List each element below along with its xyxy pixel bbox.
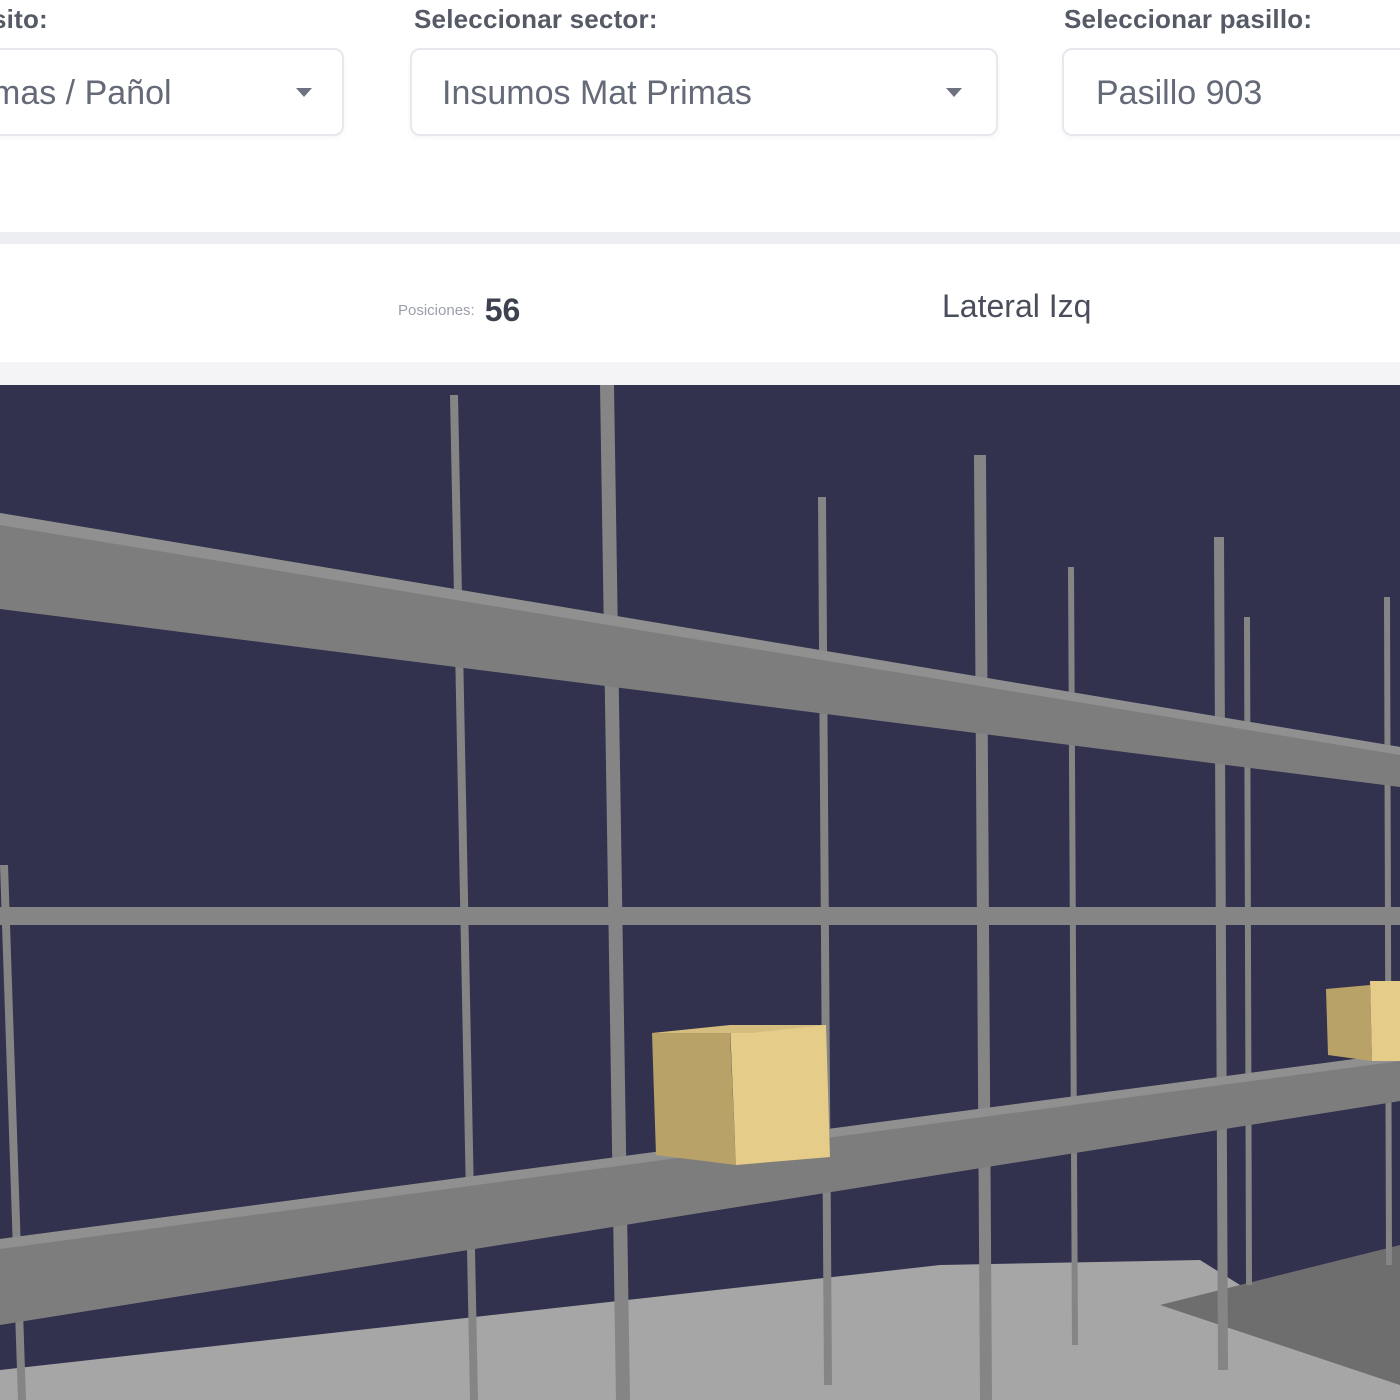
section-divider xyxy=(0,362,1400,384)
warehouse-viewer-page: sito: mas / Pañol Seleccionar sector: In… xyxy=(0,0,1400,1400)
positions-label: Posiciones: xyxy=(398,302,475,319)
rack-upright xyxy=(818,497,832,1385)
rack-3d-scene xyxy=(0,385,1400,1400)
aisle-filter-label: Seleccionar pasillo: xyxy=(1064,4,1313,34)
aisle-select[interactable]: Pasillo 903 xyxy=(1062,48,1400,136)
box-front xyxy=(730,1025,830,1165)
filter-panel: sito: mas / Pañol Seleccionar sector: In… xyxy=(0,0,1400,232)
rack-upright xyxy=(1384,597,1392,1265)
rack-upright xyxy=(1214,537,1228,1370)
rack-upright xyxy=(600,385,630,1400)
rack-upright xyxy=(1244,617,1252,1285)
chevron-down-icon xyxy=(946,88,962,97)
rack-3d-viewport[interactable] xyxy=(0,385,1400,1400)
middle-rail xyxy=(0,907,1400,925)
stock-box xyxy=(652,1025,830,1165)
chevron-down-icon xyxy=(296,88,312,97)
box-front xyxy=(1370,981,1400,1061)
positions-info: Posiciones: 56 xyxy=(398,292,520,329)
site-select-value: mas / Pañol xyxy=(0,74,172,112)
section-divider xyxy=(0,232,1400,244)
aisle-select-value: Pasillo 903 xyxy=(1096,74,1263,112)
rack-upright xyxy=(974,455,992,1400)
positions-value: 56 xyxy=(484,292,521,328)
site-select[interactable]: mas / Pañol xyxy=(0,48,344,136)
box-side xyxy=(1326,985,1372,1061)
aisle-side: Lateral Izq xyxy=(942,288,1092,324)
stock-box xyxy=(1326,981,1400,1061)
site-filter-label: sito: xyxy=(0,4,48,34)
sector-filter-label: Seleccionar sector: xyxy=(414,4,658,34)
sector-select[interactable]: Insumos Mat Primas xyxy=(410,48,998,136)
sector-select-value: Insumos Mat Primas xyxy=(442,74,752,112)
box-side xyxy=(652,1033,736,1165)
aisle-info-bar: 903 Posiciones:56 Lateral Izq xyxy=(0,244,1400,362)
rack-upright xyxy=(1068,567,1078,1345)
